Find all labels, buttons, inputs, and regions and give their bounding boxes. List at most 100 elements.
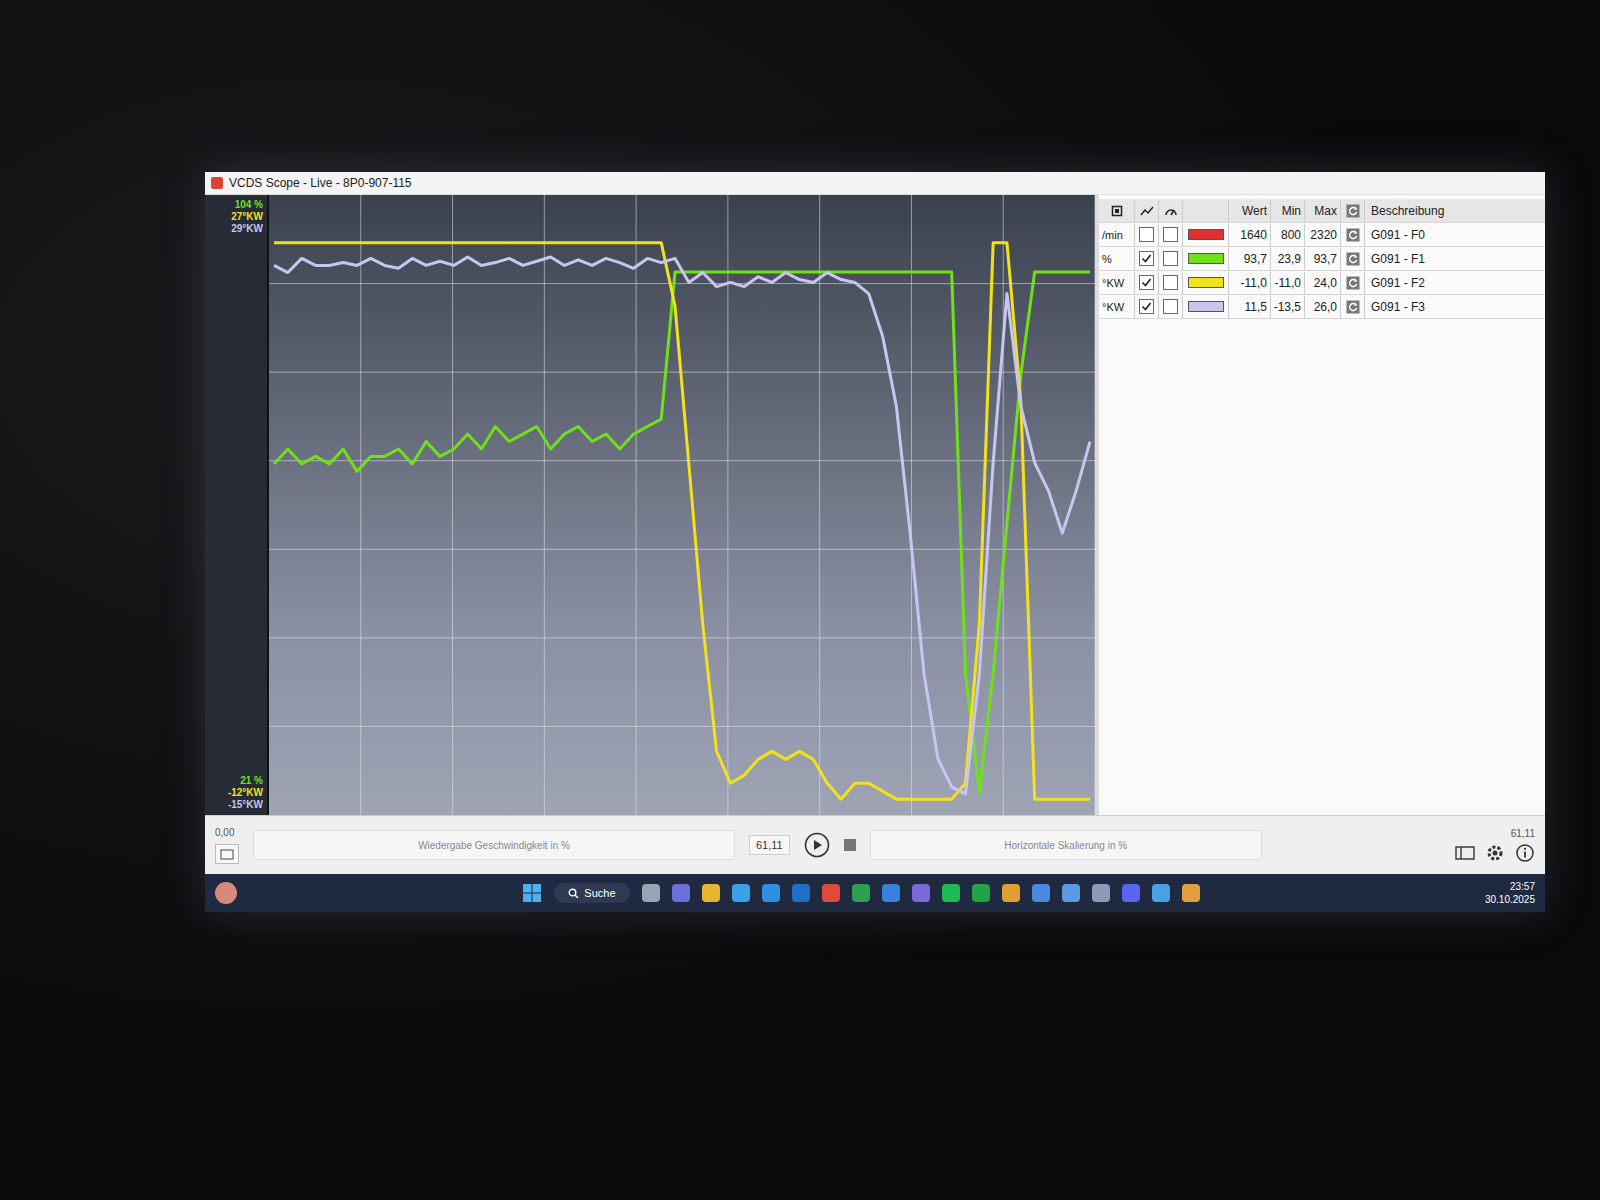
channel-table: WertMinMax Beschreibung /min 1640 800 23… bbox=[1095, 195, 1545, 815]
plot-area bbox=[267, 195, 1095, 815]
taskbar-app-icon[interactable] bbox=[1152, 884, 1170, 902]
clock-date: 30.10.2025 bbox=[1485, 893, 1535, 906]
axis-top-labels: 104 %27°KW29°KW bbox=[205, 199, 263, 235]
chart-checkbox[interactable] bbox=[1139, 227, 1154, 242]
speed-input[interactable]: 61,11 bbox=[749, 835, 790, 855]
table-row[interactable]: °KW 11,5 -13,5 26,0 G091 - F3 bbox=[1099, 295, 1545, 319]
description-cell: G091 - F1 bbox=[1365, 248, 1545, 270]
reset-cell bbox=[1341, 248, 1365, 270]
user-avatar[interactable] bbox=[215, 882, 237, 904]
chart-checkbox[interactable] bbox=[1139, 299, 1154, 314]
taskbar-app-icon[interactable] bbox=[702, 884, 720, 902]
select-header bbox=[1099, 200, 1135, 222]
color-swatch[interactable] bbox=[1188, 277, 1224, 288]
position-label: 0,00 bbox=[215, 827, 234, 838]
max-cell: 24,0 bbox=[1305, 272, 1341, 294]
panel-icon[interactable] bbox=[1455, 845, 1475, 861]
table-row[interactable]: /min 1640 800 2320 G091 - F0 bbox=[1099, 223, 1545, 247]
scale-slider[interactable]: Horizontale Skalierung in % bbox=[870, 830, 1262, 860]
taskbar-app-icon[interactable] bbox=[1062, 884, 1080, 902]
taskbar-search[interactable]: Suche bbox=[554, 883, 629, 903]
taskbar-app-icon[interactable] bbox=[822, 884, 840, 902]
series-line bbox=[274, 243, 1090, 799]
chart-checkbox-cell bbox=[1135, 224, 1159, 246]
taskbar-app-icon[interactable] bbox=[1182, 884, 1200, 902]
folder-icon bbox=[220, 848, 234, 860]
scope-window: VCDS Scope - Live - 8P0-907-115 104 %27°… bbox=[205, 172, 1545, 912]
axis-bottom-labels: 21 %-12°KW-15°KW bbox=[205, 775, 263, 811]
reset-icon[interactable] bbox=[1346, 252, 1360, 266]
plot-svg bbox=[269, 195, 1095, 815]
chart-checkbox-cell bbox=[1135, 248, 1159, 270]
open-file-button[interactable] bbox=[215, 844, 239, 864]
gauge-checkbox-cell bbox=[1159, 272, 1183, 294]
grid-line bbox=[360, 195, 361, 815]
title-bar: VCDS Scope - Live - 8P0-907-115 bbox=[205, 172, 1545, 195]
taskbar-app-icon[interactable] bbox=[642, 884, 660, 902]
grid-line bbox=[1003, 195, 1004, 815]
taskbar-app-icon[interactable] bbox=[942, 884, 960, 902]
taskbar-app-icon[interactable] bbox=[912, 884, 930, 902]
reset-icon[interactable] bbox=[1346, 300, 1360, 314]
column-header: Min bbox=[1271, 200, 1305, 222]
windows-start-icon[interactable] bbox=[522, 883, 542, 903]
reset-cell bbox=[1341, 272, 1365, 294]
taskbar-app-icon[interactable] bbox=[882, 884, 900, 902]
reset-icon[interactable] bbox=[1346, 276, 1360, 290]
taskbar-app-icon[interactable] bbox=[792, 884, 810, 902]
taskbar-app-icon[interactable] bbox=[852, 884, 870, 902]
taskbar-app-icon[interactable] bbox=[1002, 884, 1020, 902]
value-cell: 1640 bbox=[1229, 224, 1271, 246]
taskbar-app-icon[interactable] bbox=[1092, 884, 1110, 902]
gauge-header bbox=[1159, 200, 1183, 222]
chart-checkbox[interactable] bbox=[1139, 275, 1154, 290]
grid-line bbox=[636, 195, 637, 815]
grid-line bbox=[727, 195, 728, 815]
gauge-checkbox-cell bbox=[1159, 296, 1183, 318]
axis-labels: 104 %27°KW29°KW 21 %-12°KW-15°KW bbox=[205, 195, 267, 815]
taskbar-app-icon[interactable] bbox=[732, 884, 750, 902]
color-swatch[interactable] bbox=[1188, 229, 1224, 240]
table-row[interactable]: °KW -11,0 -11,0 24,0 G091 - F2 bbox=[1099, 271, 1545, 295]
unit-cell: % bbox=[1099, 248, 1135, 270]
min-cell: -13,5 bbox=[1271, 296, 1305, 318]
control-icons bbox=[1455, 843, 1535, 863]
info-icon[interactable] bbox=[1515, 843, 1535, 863]
unit-cell: °KW bbox=[1099, 272, 1135, 294]
reset-cell bbox=[1341, 296, 1365, 318]
taskbar-app-icon[interactable] bbox=[672, 884, 690, 902]
color-cell bbox=[1183, 296, 1229, 318]
check-icon bbox=[1141, 277, 1152, 288]
gauge-checkbox[interactable] bbox=[1163, 275, 1178, 290]
reset-header[interactable] bbox=[1341, 200, 1365, 222]
speed-slider[interactable]: Wiedergabe Geschwindigkeit in % bbox=[253, 830, 735, 860]
max-cell: 2320 bbox=[1305, 224, 1341, 246]
gauge-checkbox[interactable] bbox=[1163, 227, 1178, 242]
taskbar-app-icon[interactable] bbox=[1032, 884, 1050, 902]
gauge-checkbox[interactable] bbox=[1163, 299, 1178, 314]
stop-button[interactable] bbox=[844, 839, 856, 851]
chart-checkbox-cell bbox=[1135, 296, 1159, 318]
grid-line bbox=[269, 637, 1095, 638]
chart-header bbox=[1135, 200, 1159, 222]
square-icon bbox=[1111, 205, 1123, 217]
taskbar-app-icon[interactable] bbox=[762, 884, 780, 902]
reset-icon[interactable] bbox=[1346, 228, 1360, 242]
table-row[interactable]: % 93,7 23,9 93,7 G091 - F1 bbox=[1099, 247, 1545, 271]
grid-line bbox=[819, 195, 820, 815]
chart-checkbox[interactable] bbox=[1139, 251, 1154, 266]
value-cell: 11,5 bbox=[1229, 296, 1271, 318]
gauge-checkbox[interactable] bbox=[1163, 251, 1178, 266]
taskbar-app-icon[interactable] bbox=[972, 884, 990, 902]
taskbar-apps: Suche bbox=[237, 883, 1485, 903]
value-cell: 93,7 bbox=[1229, 248, 1271, 270]
speed-label: Wiedergabe Geschwindigkeit in % bbox=[418, 840, 570, 851]
color-swatch[interactable] bbox=[1188, 253, 1224, 264]
scale-label: Horizontale Skalierung in % bbox=[1004, 840, 1127, 851]
gear-icon[interactable] bbox=[1485, 843, 1505, 863]
play-button[interactable] bbox=[804, 832, 830, 858]
reset-all-icon bbox=[1346, 204, 1360, 218]
min-cell: -11,0 bbox=[1271, 272, 1305, 294]
taskbar-app-icon[interactable] bbox=[1122, 884, 1140, 902]
color-swatch[interactable] bbox=[1188, 301, 1224, 312]
